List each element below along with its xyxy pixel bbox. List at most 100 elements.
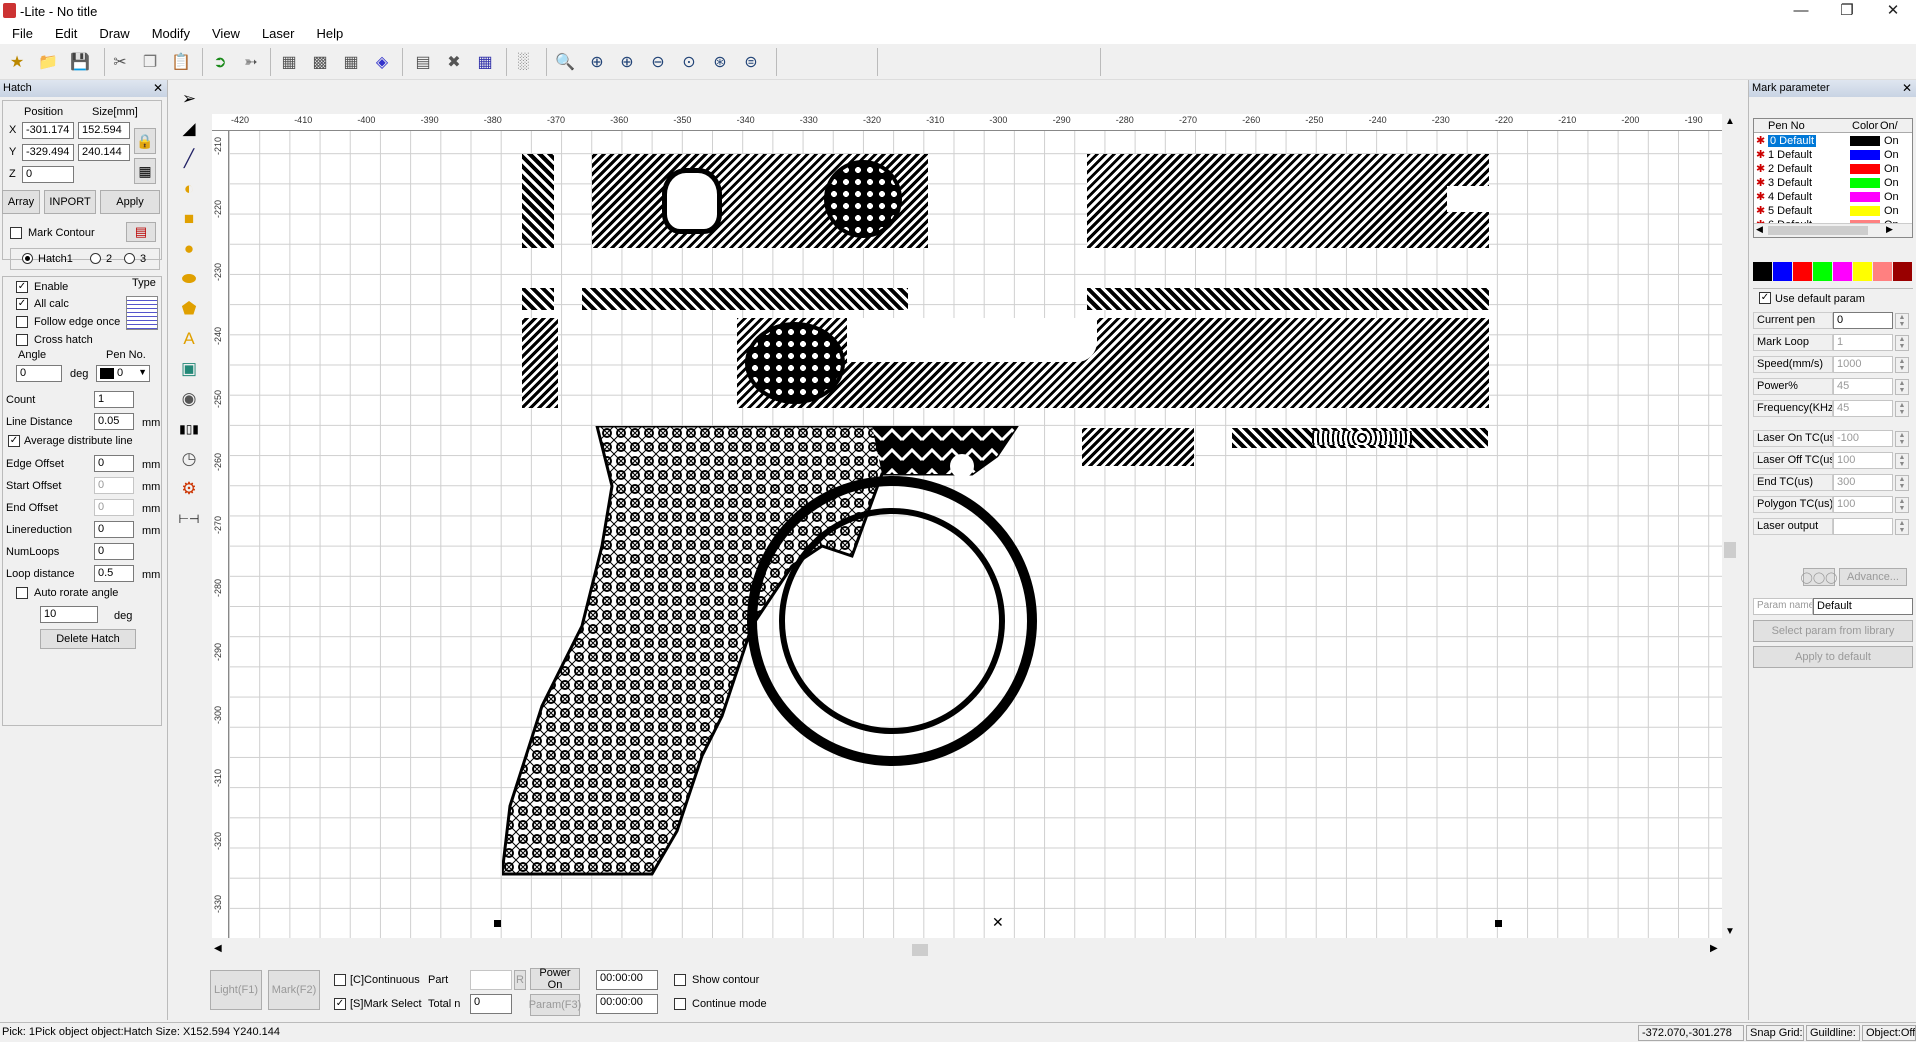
apply-button[interactable]: Apply xyxy=(100,190,160,214)
restore-button[interactable]: ❐ xyxy=(1824,0,1870,24)
close-button[interactable]: ✕ xyxy=(1870,0,1916,24)
spinner-icon[interactable]: ▲ ▼ xyxy=(1895,475,1909,491)
power-on-button[interactable]: Power On xyxy=(530,967,580,991)
image-icon[interactable]: ▣ xyxy=(175,354,203,384)
cross-hatch-checkbox[interactable] xyxy=(16,334,28,346)
text-icon[interactable]: A xyxy=(175,324,203,354)
current-pen-input[interactable]: 0 xyxy=(1833,312,1893,329)
pen-list-hscroll[interactable]: ◀ ▶ xyxy=(1754,223,1912,237)
scroll-thumb[interactable] xyxy=(1768,226,1868,235)
linereduction-input[interactable]: 0 xyxy=(94,521,134,538)
design-part-3[interactable] xyxy=(522,288,554,310)
array-button[interactable]: Array xyxy=(2,190,40,214)
ellipse-icon[interactable]: ⬬ xyxy=(175,264,203,294)
hatch1-radio[interactable] xyxy=(22,253,33,264)
inport-button[interactable]: INPORT xyxy=(44,190,96,214)
select-from-library-button[interactable]: Select param from library xyxy=(1753,620,1913,642)
close-icon[interactable]: ✕ xyxy=(153,81,163,95)
all-calc-checkbox[interactable]: ✓ xyxy=(16,298,28,310)
design-part-2[interactable] xyxy=(592,154,928,248)
pen-row[interactable]: ✱ 0 Default On xyxy=(1754,134,1912,148)
zoom-select-icon[interactable]: ⊛ xyxy=(707,50,733,74)
zoom-fit-icon[interactable]: ⊙ xyxy=(676,50,702,74)
laser-output-input[interactable] xyxy=(1833,518,1893,535)
light-button[interactable]: Light(F1) xyxy=(210,970,262,1010)
reset-part-button[interactable]: R xyxy=(514,970,526,990)
design-part-9[interactable] xyxy=(1082,428,1194,466)
scroll-down-icon[interactable]: ▼ xyxy=(1725,926,1735,937)
width-input[interactable]: 152.594 xyxy=(78,122,130,139)
menu-file[interactable]: File xyxy=(0,24,43,41)
tools-icon[interactable]: ✖ xyxy=(441,50,467,74)
design-part-5[interactable] xyxy=(522,318,558,408)
palette-swatch[interactable] xyxy=(1833,262,1852,281)
numloops-input[interactable]: 0 xyxy=(94,543,134,560)
save-icon[interactable]: 💾 xyxy=(67,50,93,74)
palette-swatch[interactable] xyxy=(1873,262,1892,281)
cut-icon[interactable]: ✂ xyxy=(107,50,133,74)
follow-edge-checkbox[interactable] xyxy=(16,316,28,328)
lock-ratio-icon[interactable]: 🔒 xyxy=(134,128,156,154)
param-name-input[interactable]: Default xyxy=(1813,598,1913,615)
contour-color-icon[interactable]: ▤ xyxy=(126,222,156,242)
spinner-icon[interactable]: ▲ ▼ xyxy=(1895,519,1909,535)
mark-loop-input[interactable]: 1 xyxy=(1833,334,1893,351)
undo-icon[interactable]: ➲ xyxy=(207,50,233,74)
scroll-thumb-h[interactable] xyxy=(912,944,928,956)
mark-button[interactable]: Mark(F2) xyxy=(268,970,320,1010)
vector-file-icon[interactable]: ◉ xyxy=(175,384,203,414)
palette-swatch[interactable] xyxy=(1813,262,1832,281)
spinner-icon[interactable]: ▲ ▼ xyxy=(1895,379,1909,395)
menu-modify[interactable]: Modify xyxy=(140,24,200,41)
close-icon[interactable]: ✕ xyxy=(1902,81,1912,95)
design-part-7[interactable] xyxy=(1087,288,1489,310)
laser-off-input[interactable]: 100 xyxy=(1833,452,1893,469)
design-part-8[interactable] xyxy=(737,318,1489,408)
loop-distance-input[interactable]: 0.5 xyxy=(94,565,134,582)
new-file-icon[interactable]: ★ xyxy=(4,50,30,74)
apply-to-default-button[interactable]: Apply to default xyxy=(1753,646,1913,668)
mark-select-checkbox[interactable]: ✓ xyxy=(334,998,346,1010)
delay-icon[interactable]: ⊢⊣ xyxy=(175,504,203,534)
timer-icon[interactable]: ◷ xyxy=(175,444,203,474)
copy-icon[interactable]: ❐ xyxy=(137,50,163,74)
zoom-icon[interactable]: 🔍 xyxy=(552,50,578,74)
design-part-6[interactable] xyxy=(1087,154,1489,248)
spinner-icon[interactable]: ▲ ▼ xyxy=(1895,453,1909,469)
selection-handle[interactable] xyxy=(494,920,501,927)
node-edit-icon[interactable]: ◈ xyxy=(369,50,395,74)
calculator-icon[interactable]: ▦ xyxy=(472,50,498,74)
line-distance-input[interactable]: 0.05 xyxy=(94,413,134,430)
auto-rotate-checkbox[interactable] xyxy=(16,587,28,599)
spinner-icon[interactable]: ▲ ▼ xyxy=(1895,335,1909,351)
scroll-right-icon[interactable]: ▶ xyxy=(1886,224,1893,235)
design-part-4[interactable] xyxy=(582,288,908,310)
use-default-checkbox[interactable]: ✓ xyxy=(1759,292,1771,304)
speed-input[interactable]: 1000 xyxy=(1833,356,1893,373)
part-count-input[interactable] xyxy=(470,970,512,990)
guideline-status[interactable]: Guildline: xyxy=(1806,1025,1860,1041)
palette-swatch[interactable] xyxy=(1893,262,1912,281)
vertical-scrollbar[interactable]: ▲ ▼ xyxy=(1722,114,1738,942)
rectangle-icon[interactable]: ■ xyxy=(175,204,203,234)
pen-select[interactable]: 0 ▼ xyxy=(96,365,150,382)
circle-icon[interactable]: ● xyxy=(175,234,203,264)
pen-row[interactable]: ✱ 3 Default On xyxy=(1754,176,1912,190)
zoom-in-icon[interactable]: ⊕ xyxy=(584,50,610,74)
menu-laser[interactable]: Laser xyxy=(250,24,305,41)
polygon-input[interactable]: 100 xyxy=(1833,496,1893,513)
curve-icon[interactable]: ◐ xyxy=(175,174,203,204)
spinner-icon[interactable]: ▲ ▼ xyxy=(1895,313,1909,329)
end-offset-input[interactable]: 0 xyxy=(94,499,134,516)
spinner-icon[interactable]: ▲ ▼ xyxy=(1895,357,1909,373)
anchor-grid-icon[interactable]: ▦ xyxy=(134,158,156,184)
scroll-right-icon[interactable]: ▶ xyxy=(1710,943,1718,954)
menu-edit[interactable]: Edit xyxy=(43,24,87,41)
y-position-input[interactable]: -329.494 xyxy=(22,144,74,161)
pen-row[interactable]: ✱ 1 Default On xyxy=(1754,148,1912,162)
palette-swatch[interactable] xyxy=(1753,262,1772,281)
object-snap-status[interactable]: Object:Off xyxy=(1862,1025,1916,1041)
scroll-up-icon[interactable]: ▲ xyxy=(1725,116,1735,127)
z-position-input[interactable]: 0 xyxy=(22,166,74,183)
zoom-all-icon[interactable]: ⊜ xyxy=(738,50,764,74)
